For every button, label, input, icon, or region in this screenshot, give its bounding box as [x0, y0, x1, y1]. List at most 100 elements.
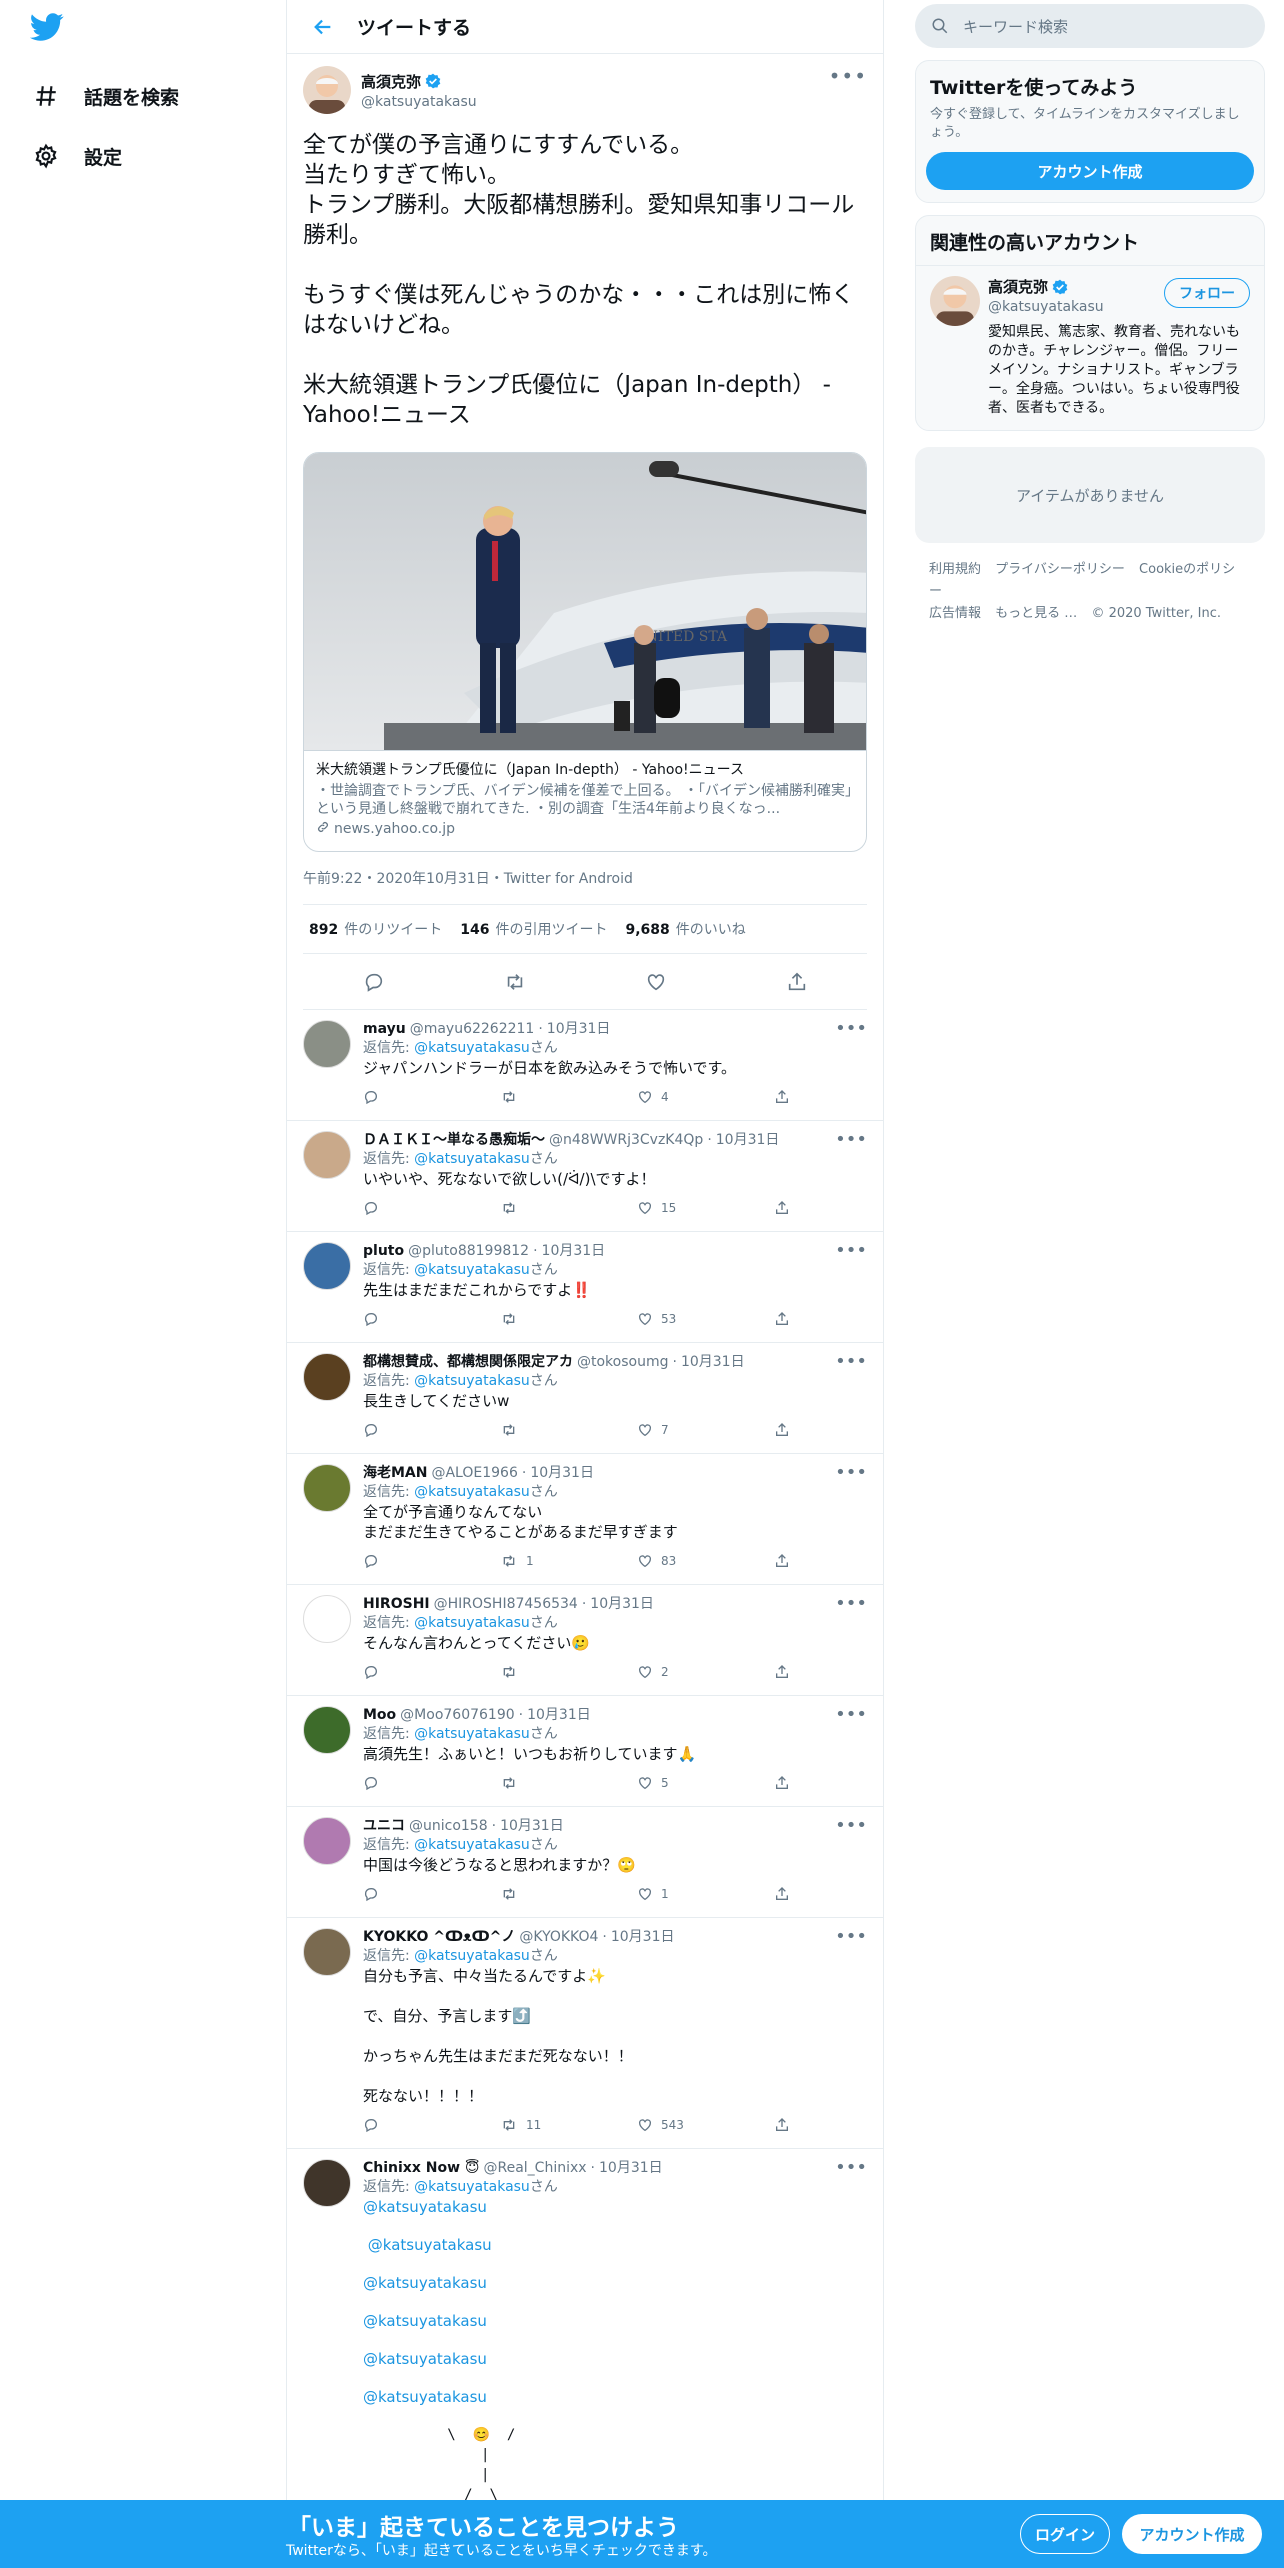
more-options-icon[interactable]: •••: [835, 1131, 867, 1149]
search-input[interactable]: キーワード検索: [963, 16, 1068, 37]
reply-to-mention[interactable]: @katsuyatakasu: [414, 1373, 530, 1389]
reply-to-mention[interactable]: @katsuyatakasu: [414, 1948, 530, 1964]
reply-item[interactable]: Moo @Moo76076190 · 10月31日 返信先: @katsuyat…: [287, 1696, 883, 1807]
reply-date[interactable]: 10月31日: [527, 1706, 591, 1724]
share-icon[interactable]: [774, 1664, 790, 1680]
tweet-meta[interactable]: 午前9:22・2020年10月31日・Twitter for Android: [303, 868, 867, 904]
retweet-icon[interactable]: [497, 964, 533, 1000]
reply-icon[interactable]: [363, 1422, 500, 1438]
more-options-icon[interactable]: •••: [835, 1928, 867, 1946]
follow-button[interactable]: フォロー: [1164, 278, 1250, 308]
reply-date[interactable]: 10月31日: [530, 1464, 594, 1482]
reply-author-name[interactable]: Moo: [363, 1706, 396, 1724]
reply-item[interactable]: pluto @pluto88199812 · 10月31日 返信先: @kats…: [287, 1232, 883, 1343]
like-icon[interactable]: [638, 964, 674, 1000]
retweet-icon[interactable]: [500, 1664, 637, 1680]
avatar[interactable]: [303, 66, 351, 114]
quote-count[interactable]: 146 件の引用ツイート: [460, 919, 607, 939]
avatar[interactable]: [303, 1242, 351, 1290]
reply-to-mention[interactable]: @katsuyatakasu: [414, 1040, 530, 1056]
avatar[interactable]: [303, 1817, 351, 1865]
avatar[interactable]: [303, 1706, 351, 1754]
reply-icon[interactable]: [363, 1089, 500, 1105]
more-options-icon[interactable]: •••: [835, 1595, 867, 1613]
like-count[interactable]: 9,688 件のいいね: [625, 919, 745, 939]
retweet-icon[interactable]: [500, 1311, 637, 1327]
nav-settings[interactable]: 設定: [28, 126, 286, 186]
avatar[interactable]: [303, 1928, 351, 1976]
reply-mention[interactable]: @katsuyatakasu: [363, 2273, 867, 2293]
avatar[interactable]: [303, 1131, 351, 1179]
reply-author-name[interactable]: ＤＡＩＫＩ〜単なる愚痴垢〜: [363, 1131, 545, 1149]
reply-mention[interactable]: @katsuyatakasu: [363, 2235, 867, 2255]
like-icon[interactable]: 15: [637, 1200, 774, 1216]
related-account[interactable]: 高須克弥 @katsuyatakasu 愛知県民、篤志家、教育者、売れないものか…: [916, 266, 1264, 430]
share-icon[interactable]: [774, 2117, 790, 2133]
share-icon[interactable]: [774, 1089, 790, 1105]
signup-button[interactable]: アカウント作成: [926, 152, 1254, 190]
share-icon[interactable]: [774, 1422, 790, 1438]
reply-icon[interactable]: [363, 1553, 500, 1569]
more-options-icon[interactable]: •••: [835, 1353, 867, 1371]
avatar[interactable]: [303, 1020, 351, 1068]
author-name[interactable]: 高須克弥: [361, 71, 421, 92]
reply-to-mention[interactable]: @katsuyatakasu: [414, 1484, 530, 1500]
reply-author-name[interactable]: HIROSHI: [363, 1595, 430, 1613]
retweet-icon[interactable]: 1: [500, 1553, 637, 1569]
like-icon[interactable]: 2: [637, 1664, 774, 1680]
reply-icon[interactable]: [363, 1886, 500, 1902]
share-icon[interactable]: [774, 1200, 790, 1216]
reply-date[interactable]: 10月31日: [500, 1817, 564, 1835]
avatar[interactable]: [303, 1464, 351, 1512]
back-arrow-icon[interactable]: [305, 9, 341, 45]
retweet-icon[interactable]: [500, 1886, 637, 1902]
retweet-icon[interactable]: [500, 1089, 637, 1105]
reply-item[interactable]: ユニコ @unico158 · 10月31日 返信先: @katsuyataka…: [287, 1807, 883, 1918]
more-options-icon[interactable]: •••: [835, 1464, 867, 1482]
reply-item[interactable]: KYOKKO ^ↀᴥↀ^ノ @KYOKKO4 · 10月31日 返信先: @ka…: [287, 1918, 883, 2149]
like-icon[interactable]: 1: [637, 1886, 774, 1902]
share-icon[interactable]: [774, 1775, 790, 1791]
like-icon[interactable]: 7: [637, 1422, 774, 1438]
footer-privacy[interactable]: プライバシーポリシー: [995, 562, 1125, 577]
reply-item[interactable]: Chinixx Now 😇 @Real_Chinixx · 10月31日 返信先…: [287, 2149, 883, 2514]
reply-icon[interactable]: [363, 1200, 500, 1216]
footer-ads[interactable]: 広告情報: [929, 606, 981, 621]
reply-date[interactable]: 10月31日: [542, 1242, 606, 1260]
retweet-count[interactable]: 892 件のリツイート: [309, 919, 442, 939]
reply-item[interactable]: mayu @mayu62262211 · 10月31日 返信先: @katsuy…: [287, 1010, 883, 1121]
avatar[interactable]: [930, 276, 980, 326]
share-icon[interactable]: [774, 1553, 790, 1569]
avatar[interactable]: [303, 1595, 351, 1643]
reply-item[interactable]: HIROSHI @HIROSHI87456534 · 10月31日 返信先: @…: [287, 1585, 883, 1696]
more-options-icon[interactable]: •••: [835, 2159, 867, 2177]
reply-item[interactable]: ＤＡＩＫＩ〜単なる愚痴垢〜 @n48WWRj3CvzK4Qp · 10月31日 …: [287, 1121, 883, 1232]
reply-to-mention[interactable]: @katsuyatakasu: [414, 1837, 530, 1853]
reply-author-name[interactable]: 海老MAN: [363, 1464, 427, 1482]
avatar[interactable]: [303, 1353, 351, 1401]
reply-mention[interactable]: @katsuyatakasu: [363, 2349, 867, 2369]
reply-to-mention[interactable]: @katsuyatakasu: [414, 1615, 530, 1631]
reply-to-mention[interactable]: @katsuyatakasu: [414, 1151, 530, 1167]
reply-to-mention[interactable]: @katsuyatakasu: [414, 1726, 530, 1742]
related-name[interactable]: 高須克弥: [988, 276, 1048, 297]
reply-icon[interactable]: [363, 1664, 500, 1680]
like-icon[interactable]: 5: [637, 1775, 774, 1791]
retweet-icon[interactable]: [500, 1200, 637, 1216]
reply-date[interactable]: 10月31日: [547, 1020, 611, 1038]
link-card[interactable]: UNITED STA 米大統領選トランプ氏優位に（Japan In-depth）…: [303, 452, 867, 852]
share-icon[interactable]: [774, 1886, 790, 1902]
retweet-icon[interactable]: [500, 1422, 637, 1438]
reply-author-name[interactable]: 都構想賛成、都構想関係限定アカ: [363, 1353, 573, 1371]
reply-to-mention[interactable]: @katsuyatakasu: [414, 1262, 530, 1278]
like-icon[interactable]: 543: [637, 2117, 774, 2133]
reply-author-name[interactable]: pluto: [363, 1242, 404, 1260]
reply-date[interactable]: 10月31日: [716, 1131, 780, 1149]
reply-icon[interactable]: [356, 964, 392, 1000]
avatar[interactable]: [303, 2159, 351, 2207]
more-options-icon[interactable]: •••: [829, 66, 867, 86]
footer-terms[interactable]: 利用規約: [929, 562, 981, 577]
more-options-icon[interactable]: •••: [835, 1706, 867, 1724]
reply-icon[interactable]: [363, 1775, 500, 1791]
like-icon[interactable]: 83: [637, 1553, 774, 1569]
